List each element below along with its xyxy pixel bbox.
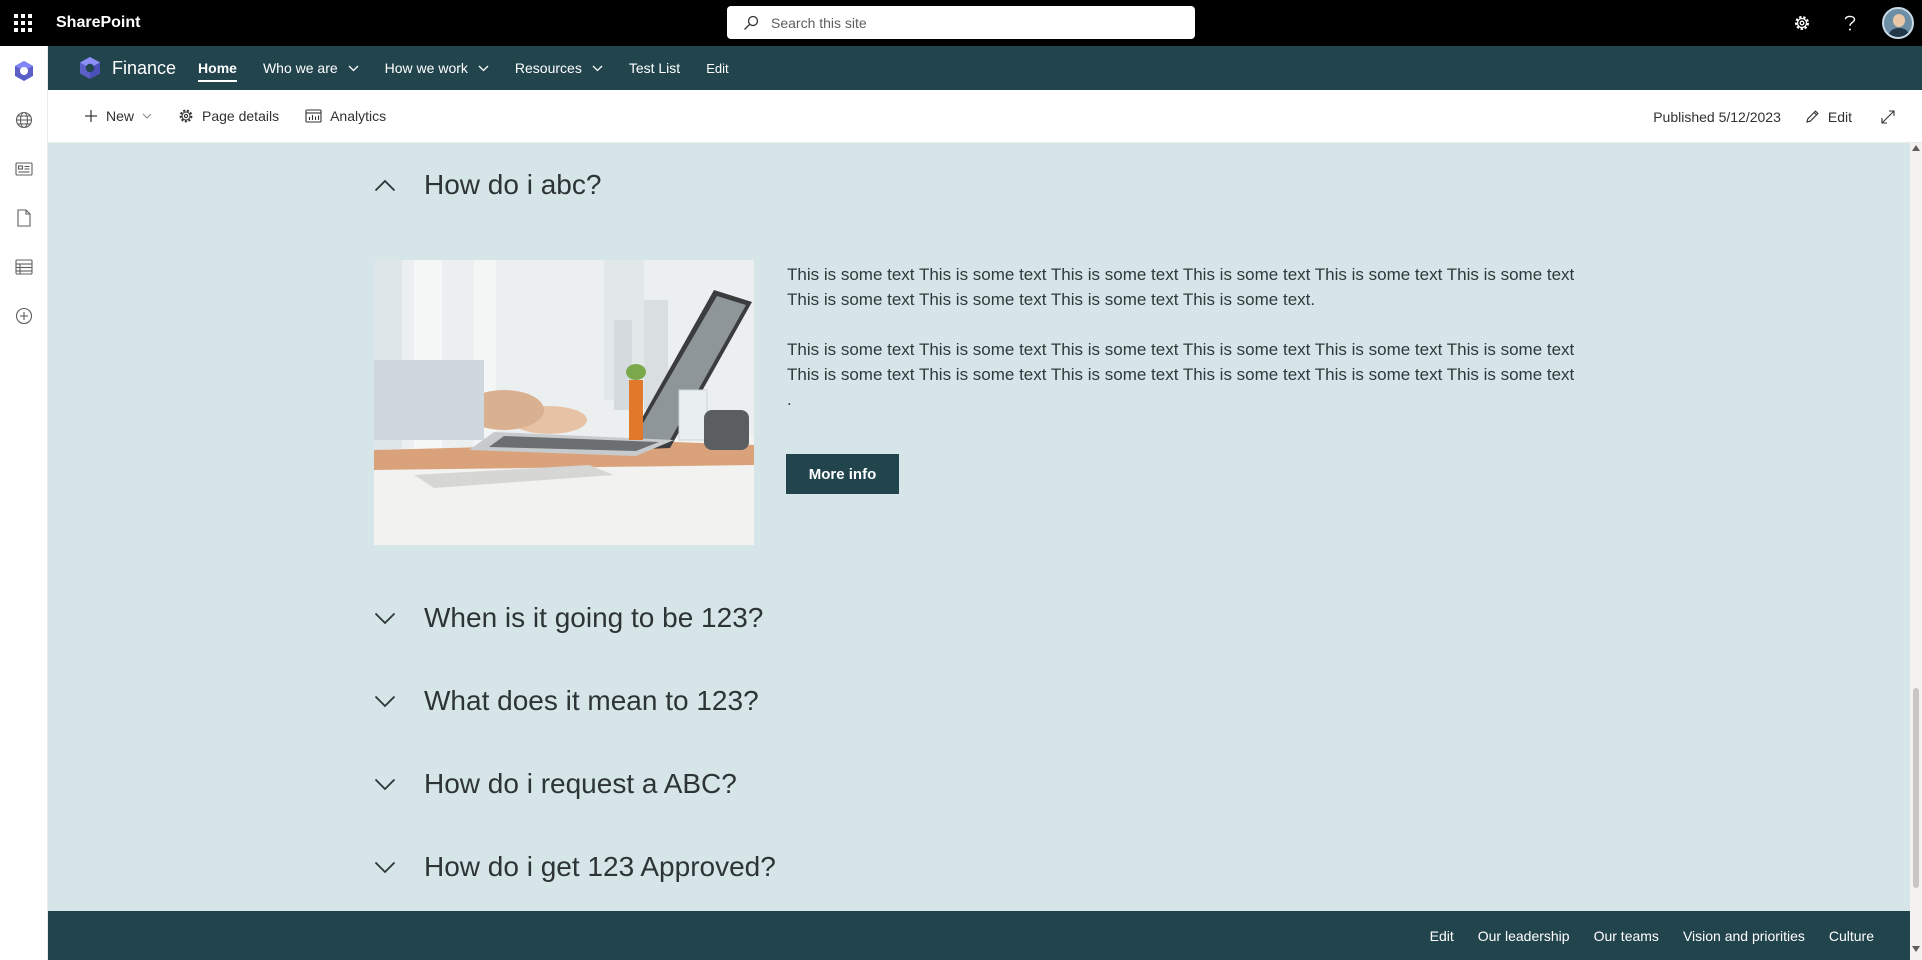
hub-navigation: Finance Home Who we are How we work Reso…: [48, 46, 1922, 90]
site-title[interactable]: Finance: [112, 58, 176, 79]
laptop-photo: [374, 260, 754, 545]
nav-item-label: Home: [198, 60, 237, 76]
pencil-icon: [1806, 110, 1819, 123]
footer-link-edit[interactable]: Edit: [1430, 928, 1454, 944]
add-icon: [85, 110, 97, 122]
nav-item-label: Edit: [706, 60, 729, 76]
scrollbar-thumb[interactable]: [1913, 688, 1919, 888]
accordion-title: How do i get 123 Approved?: [424, 851, 776, 882]
chevron-down-icon: [348, 65, 359, 71]
nav-item-label: How we work: [384, 60, 468, 76]
vertical-scrollbar[interactable]: [1910, 143, 1922, 960]
help-icon[interactable]: [1826, 0, 1874, 46]
analytics-label: Analytics: [330, 108, 387, 124]
nav-item-resources[interactable]: Resources: [515, 46, 603, 90]
site-logo-icon[interactable]: [78, 56, 102, 80]
brand-name[interactable]: SharePoint: [56, 14, 140, 32]
new-label: New: [106, 108, 135, 124]
site-footer: Edit Our leadership Our teams Vision and…: [48, 911, 1910, 960]
page-details-label: Page details: [202, 108, 280, 124]
footer-link-culture[interactable]: Culture: [1829, 928, 1874, 944]
news-icon[interactable]: [0, 144, 48, 193]
footer-link-our-leadership[interactable]: Our leadership: [1478, 928, 1570, 944]
accordion-header[interactable]: What does it mean to 123?: [374, 685, 759, 717]
scroll-down-icon[interactable]: [1912, 946, 1920, 952]
search-box[interactable]: [727, 6, 1195, 39]
nav-item-home[interactable]: Home: [198, 46, 237, 90]
chevron-down-icon: [478, 65, 489, 71]
sharepoint-home-icon[interactable]: [0, 46, 48, 95]
command-bar: New Page details Analytics Published 5/1…: [48, 90, 1922, 143]
nav-item-how-we-work[interactable]: How we work: [385, 46, 489, 90]
expand-icon[interactable]: [1880, 109, 1896, 125]
nav-item-label: Who we are: [262, 60, 338, 76]
nav-item-label: Resources: [514, 60, 582, 76]
accordion-header-expanded[interactable]: How do i abc?: [374, 169, 601, 201]
nav-item-test-list[interactable]: Test List: [629, 46, 680, 90]
accordion-title: What does it mean to 123?: [424, 685, 759, 716]
search-icon: [744, 15, 759, 30]
more-info-button[interactable]: More info: [786, 454, 899, 494]
settings-icon[interactable]: [1778, 0, 1826, 46]
chevron-down-icon: [374, 695, 396, 707]
globe-icon[interactable]: [0, 95, 48, 144]
accordion-title: How do i request a ABC?: [424, 768, 737, 799]
edit-page-button[interactable]: Edit: [1805, 109, 1852, 125]
page-content: How do i abc? This is some text This is …: [48, 143, 1910, 911]
accordion-header[interactable]: How do i request a ABC?: [374, 768, 737, 800]
analytics-button[interactable]: Analytics: [305, 108, 386, 124]
nav-item-label: Test List: [628, 60, 681, 76]
chevron-down-icon: [592, 65, 603, 71]
accordion-header[interactable]: When is it going to be 123?: [374, 602, 763, 634]
published-status: Published 5/12/2023: [1653, 108, 1781, 125]
lists-icon[interactable]: [0, 242, 48, 291]
accordion-title: When is it going to be 123?: [424, 602, 764, 633]
search-input[interactable]: [771, 14, 1171, 31]
chevron-down-icon: [374, 778, 396, 790]
paragraph-2: This is some text This is some text This…: [787, 340, 1575, 409]
nav-item-who-we-are[interactable]: Who we are: [263, 46, 359, 90]
new-button[interactable]: New: [84, 108, 152, 124]
accordion-header[interactable]: How do i get 123 Approved?: [374, 851, 776, 883]
chevron-up-icon: [374, 179, 396, 191]
accordion-title: How do i abc?: [424, 169, 602, 200]
app-bar: [0, 46, 48, 960]
create-icon[interactable]: [0, 291, 48, 340]
chevron-down-icon: [142, 113, 152, 119]
chevron-down-icon: [374, 612, 396, 624]
paragraph-1: This is some text This is some text This…: [787, 265, 1575, 309]
avatar[interactable]: [1882, 7, 1914, 39]
chevron-down-icon: [374, 861, 396, 873]
scroll-up-icon[interactable]: [1912, 145, 1920, 151]
page-details-button[interactable]: Page details: [178, 108, 279, 124]
profile-button[interactable]: [1874, 0, 1922, 46]
footer-link-vision-and-priorities[interactable]: Vision and priorities: [1683, 928, 1805, 944]
app-launcher-icon[interactable]: [0, 0, 46, 46]
document-icon[interactable]: [0, 193, 48, 242]
suite-bar: SharePoint: [0, 0, 1922, 46]
edit-label: Edit: [1827, 108, 1852, 125]
nav-edit-link[interactable]: Edit: [706, 46, 728, 90]
footer-link-our-teams[interactable]: Our teams: [1594, 928, 1659, 944]
gear-icon: [179, 109, 193, 123]
analytics-icon: [305, 109, 322, 123]
